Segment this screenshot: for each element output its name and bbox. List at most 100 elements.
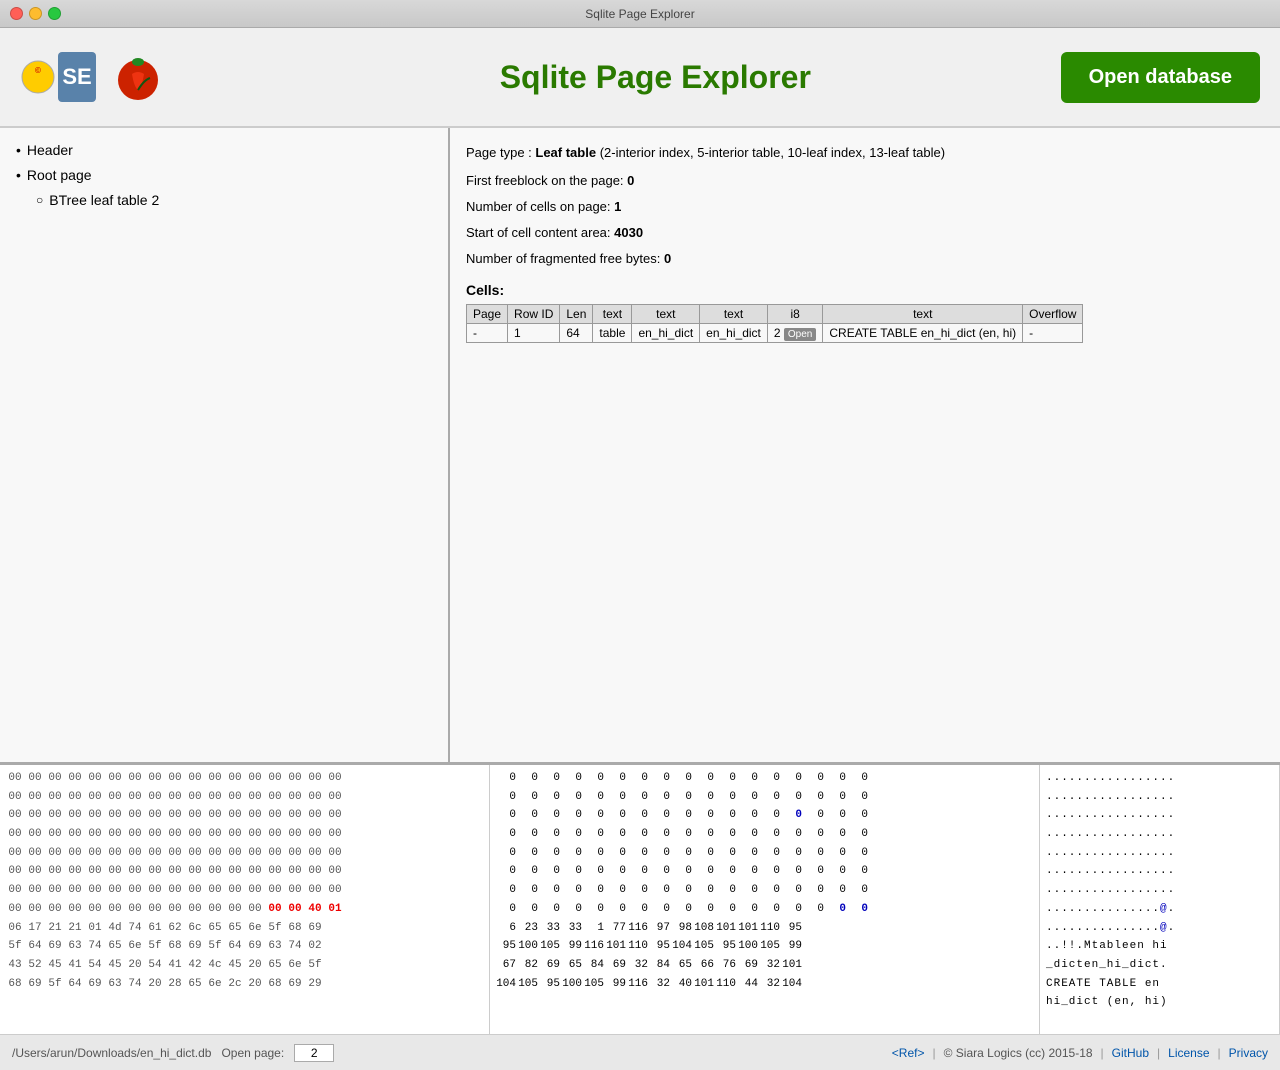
open-page-input[interactable] xyxy=(294,1044,334,1062)
privacy-link[interactable]: Privacy xyxy=(1229,1046,1268,1060)
cell-rowid: 1 xyxy=(508,324,560,343)
cells-header-row: Page Row ID Len text text text i8 text O… xyxy=(467,305,1083,324)
col-len: Len xyxy=(560,305,593,324)
dec-row-1: 00000000000000000 xyxy=(496,788,1033,807)
cell-text3: en_hi_dict xyxy=(700,324,768,343)
sep-2: | xyxy=(1101,1046,1104,1060)
hex-section: 0000000000000000000000000000000000 00000… xyxy=(0,764,1280,1034)
logo-svg: © SE xyxy=(20,42,170,112)
dec-row-0: 00000000000000000 xyxy=(496,769,1033,788)
ascii-column: ................. ................. ....… xyxy=(1040,765,1280,1034)
sep-3: | xyxy=(1157,1046,1160,1060)
main-content: • Header • Root page ○ BTree leaf table … xyxy=(0,128,1280,764)
app-logo: © SE xyxy=(20,42,170,112)
ascii-row-6: ................. xyxy=(1046,881,1273,900)
dec-row-9: 9510010599116101110951041059510010599 xyxy=(496,937,1033,956)
ascii-row-1: ................. xyxy=(1046,788,1273,807)
github-link[interactable]: GitHub xyxy=(1112,1046,1149,1060)
cells-section: Cells: Page Row ID Len text text text i8… xyxy=(466,282,1264,343)
ascii-row-11: CREATE TABLE en xyxy=(1046,975,1273,994)
footer-right: <Ref> | © Siara Logics (cc) 2015-18 | Gi… xyxy=(892,1046,1268,1060)
ascii-row-5: ................. xyxy=(1046,862,1273,881)
svg-text:SE: SE xyxy=(62,64,91,89)
tree-rootpage-label[interactable]: Root page xyxy=(27,163,92,188)
footer: /Users/arun/Downloads/en_hi_dict.db Open… xyxy=(0,1034,1280,1070)
dec-column: 00000000000000000 00000000000000000 0000… xyxy=(490,765,1040,1034)
col-text1: text xyxy=(593,305,632,324)
cell-text2: en_hi_dict xyxy=(632,324,700,343)
dec-row-7: 00000000000000000 xyxy=(496,900,1033,919)
fragmented-line: Number of fragmented free bytes: 0 xyxy=(466,246,1264,272)
bullet-icon: • xyxy=(16,138,21,163)
hex-row-2: 0000000000000000000000000000000000 xyxy=(6,806,483,825)
ascii-row-12: hi_dict (en, hi) xyxy=(1046,993,1273,1012)
ascii-row-9: ..!!.Mtableen hi xyxy=(1046,937,1273,956)
cells-count-line: Number of cells on page: 1 xyxy=(466,194,1264,220)
cell-text1: table xyxy=(593,324,632,343)
cell-page: - xyxy=(467,324,508,343)
cells-title: Cells: xyxy=(466,282,1264,298)
hex-row-5: 0000000000000000000000000000000000 xyxy=(6,862,483,881)
dec-row-10: 67826965846932846566766932101 xyxy=(496,956,1033,975)
cells-count-value: 1 xyxy=(614,199,621,214)
ascii-row-3: ................. xyxy=(1046,825,1273,844)
bullet-icon-2: • xyxy=(16,163,21,188)
tree-sub-item-btree[interactable]: ○ BTree leaf table 2 xyxy=(36,188,432,213)
col-rowid: Row ID xyxy=(508,305,560,324)
left-panel: • Header • Root page ○ BTree leaf table … xyxy=(0,128,450,762)
page-type-value: Leaf table xyxy=(535,145,596,160)
cell-content-prefix: Start of cell content area: xyxy=(466,225,614,240)
hex-row-10: 435245415445205441424c4520656e5f xyxy=(6,956,483,975)
col-text3: text xyxy=(700,305,768,324)
hex-row-1: 0000000000000000000000000000000000 xyxy=(6,788,483,807)
close-button[interactable] xyxy=(10,7,23,20)
footer-left: /Users/arun/Downloads/en_hi_dict.db Open… xyxy=(12,1044,334,1062)
cell-content-value: 4030 xyxy=(614,225,643,240)
dec-row-4: 00000000000000000 xyxy=(496,844,1033,863)
tree-btree-label: BTree leaf table 2 xyxy=(49,188,159,213)
col-i8: i8 xyxy=(767,305,822,324)
tree-header-label[interactable]: Header xyxy=(27,138,73,163)
col-overflow: Overflow xyxy=(1023,305,1083,324)
cell-create: CREATE TABLE en_hi_dict (en, hi) xyxy=(823,324,1023,343)
dec-row-11: 104105951001059911632401011104432104 xyxy=(496,975,1033,994)
hex-row-3: 0000000000000000000000000000000000 xyxy=(6,825,483,844)
hex-row-8: 06172121014d7461626c65656e5f6869 xyxy=(6,919,483,938)
hex-row-11: 68695f646963742028656e2c20686929 xyxy=(6,975,483,994)
cells-data-row: - 1 64 table en_hi_dict en_hi_dict 2 Ope… xyxy=(467,324,1083,343)
cell-content-line: Start of cell content area: 4030 xyxy=(466,220,1264,246)
title-bar: Sqlite Page Explorer xyxy=(0,0,1280,28)
cell-len: 64 xyxy=(560,324,593,343)
page-type-line: Page type : Leaf table (2-interior index… xyxy=(466,140,1264,166)
dec-row-6: 00000000000000000 xyxy=(496,881,1033,900)
hex-row-4: 0000000000000000000000000000000000 xyxy=(6,844,483,863)
hex-row-0: 0000000000000000000000000000000000 xyxy=(6,769,483,788)
col-text2: text xyxy=(632,305,700,324)
ref-link[interactable]: <Ref> xyxy=(892,1046,925,1060)
col-text4: text xyxy=(823,305,1023,324)
hex-row-9: 5f64696374656e5f68695f6469637402 xyxy=(6,937,483,956)
open-badge: Open xyxy=(784,328,816,341)
license-link[interactable]: License xyxy=(1168,1046,1209,1060)
open-database-button[interactable]: Open database xyxy=(1061,52,1260,103)
ascii-row-4: ................. xyxy=(1046,844,1273,863)
maximize-button[interactable] xyxy=(48,7,61,20)
dec-row-8: 6233333177116979810810110111095 xyxy=(496,919,1033,938)
tree-item-header: • Header xyxy=(16,138,432,163)
cells-table: Page Row ID Len text text text i8 text O… xyxy=(466,304,1083,343)
ascii-row-2: ................. xyxy=(1046,806,1273,825)
tree-item-rootpage: • Root page ○ BTree leaf table 2 xyxy=(16,163,432,213)
ascii-row-0: ................. xyxy=(1046,769,1273,788)
page-type-prefix: Page type : xyxy=(466,145,535,160)
ascii-row-10: _dicten_hi_dict. xyxy=(1046,956,1273,975)
svg-text:©: © xyxy=(35,66,41,75)
window-title: Sqlite Page Explorer xyxy=(585,7,694,21)
sep-1: | xyxy=(933,1046,936,1060)
hex-row-6: 0000000000000000000000000000000000 xyxy=(6,881,483,900)
cells-table-scroll[interactable]: Page Row ID Len text text text i8 text O… xyxy=(466,304,1264,343)
ascii-row-7: ...............@. xyxy=(1046,900,1273,919)
hex-row-7: 0000000000000000000000000000004001 xyxy=(6,900,483,919)
app-title: Sqlite Page Explorer xyxy=(250,59,1061,96)
minimize-button[interactable] xyxy=(29,7,42,20)
dec-row-3: 00000000000000000 xyxy=(496,825,1033,844)
